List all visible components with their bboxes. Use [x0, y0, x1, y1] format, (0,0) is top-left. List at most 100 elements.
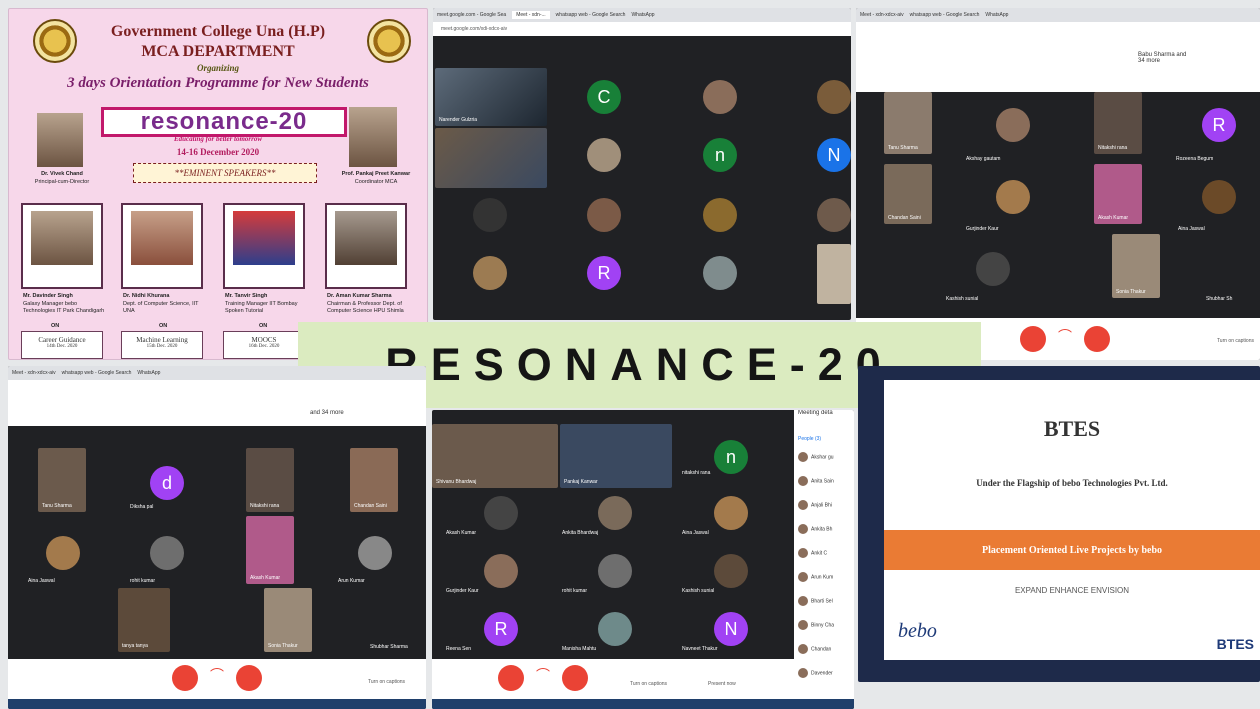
speaker-topic: Career Guidance 14th Dec. 2020 — [21, 331, 103, 359]
on-label: ON — [51, 323, 60, 329]
bebo-logo: bebo — [898, 620, 937, 642]
speaker-role: Training Manager IIT Bombay Spoken Tutor… — [225, 301, 298, 314]
participant-avatar — [587, 198, 621, 232]
participant-avatar: R — [587, 256, 621, 290]
mic-off-button[interactable] — [1020, 326, 1046, 352]
sidebar-participant[interactable]: Arun Kum — [798, 572, 833, 582]
participant-avatar: R — [484, 612, 518, 646]
video-tile: Nitakshi rana — [246, 448, 294, 512]
speaker-card — [121, 203, 203, 289]
participant-avatar — [587, 138, 621, 172]
camera-off-button[interactable] — [1084, 326, 1110, 352]
leave-call-button[interactable]: ⌒ — [530, 665, 556, 691]
participant-avatar — [150, 536, 184, 570]
sidebar-participant[interactable]: Binny Cha — [798, 620, 834, 630]
speaker-name: Mr. Tanvir Singh — [225, 293, 268, 299]
participant-avatar — [598, 612, 632, 646]
participant-avatar — [996, 108, 1030, 142]
participant-avatar — [703, 80, 737, 114]
participant-avatar — [484, 496, 518, 530]
speaker-card — [21, 203, 103, 289]
avatar — [798, 596, 808, 606]
event-title: RESONANCE-20 — [385, 339, 894, 390]
participant-avatar: C — [587, 80, 621, 114]
participant-avatar — [996, 180, 1030, 214]
speaker-role: Dept. of Computer Science, IIT UNA — [123, 301, 199, 314]
captions-button[interactable]: Turn on captions — [1217, 338, 1254, 344]
address-bar[interactable]: meet.google.com/xdi-xdcx-aiv — [433, 22, 851, 36]
principal-role: Principal-cum-Director — [34, 179, 90, 185]
camera-off-button[interactable] — [236, 665, 262, 691]
speaker-name: Dr. Nidhi Khurana — [123, 293, 170, 299]
captions-button[interactable]: Turn on captions — [368, 679, 405, 685]
btes-title: BTES — [1043, 416, 1101, 441]
video-tile: tanya tanya — [118, 588, 170, 652]
college-name: Government College Una (H.P) — [110, 23, 326, 40]
people-sidebar: Meeting deta People (3) Akshar gu Anita S… — [794, 410, 854, 700]
sidebar-participant[interactable]: Chandan — [798, 644, 831, 654]
participant-avatar — [817, 80, 851, 114]
participant-avatar: n — [703, 138, 737, 172]
sidebar-participant[interactable]: Davender — [798, 668, 833, 678]
mic-off-button[interactable] — [498, 665, 524, 691]
avatar — [798, 572, 808, 582]
meeting-details-tab[interactable]: Meeting deta — [798, 410, 833, 416]
meet-header: Babu Sharma and 34 more — [856, 22, 1260, 92]
sidebar-participant[interactable]: Anita Sain — [798, 476, 834, 486]
camera-off-button[interactable] — [562, 665, 588, 691]
participant-name: Binny Cha — [811, 622, 835, 629]
windows-taskbar — [432, 699, 854, 709]
participant-avatar: R — [1202, 108, 1236, 142]
avatar — [798, 668, 808, 678]
video-tile: Akash Kumar — [246, 516, 294, 584]
tab[interactable]: Meet - xdn-... — [512, 11, 550, 19]
sidebar-participant[interactable]: Ankita Bh — [798, 524, 832, 534]
participant-avatar — [358, 536, 392, 570]
collage: Government College Una (H.P) MCA DEPARTM… — [0, 0, 1260, 709]
video-tile: Tanu Sharma — [38, 448, 86, 512]
browser-tabs: Meet - xdn-xdcx-aiv whatsapp web - Google… — [8, 366, 426, 380]
participant-name: Arun Kum — [811, 574, 834, 581]
people-tab[interactable]: People (3) — [798, 436, 821, 442]
tab[interactable]: meet.google.com - Google Sea — [437, 12, 506, 18]
video-tile: Shivanu Bhardwaj — [432, 424, 558, 488]
speaker-card — [325, 203, 407, 289]
btes-logo: BTES — [1216, 636, 1254, 652]
sidebar-participant[interactable]: Bharti Sel — [798, 596, 833, 606]
captions-button[interactable]: Turn on captions — [630, 681, 667, 687]
mic-off-button[interactable] — [172, 665, 198, 691]
video-tile: Sonia Thakur — [264, 588, 312, 652]
sidebar-participant[interactable]: Akshar gu — [798, 452, 834, 462]
speaker-role: Galaxy Manager bebo Technologies IT Park… — [23, 301, 105, 314]
leave-call-button[interactable]: ⌒ — [204, 665, 230, 691]
participant-avatar — [817, 198, 851, 232]
sidebar-participant[interactable]: Ankit C — [798, 548, 827, 558]
meet-controls: ⌒ Turn on captions — [8, 659, 426, 699]
participant-avatar — [598, 496, 632, 530]
organizing-label: Organizing — [196, 63, 240, 73]
avatar — [798, 452, 808, 462]
video-tile: Chandan Saini — [884, 164, 932, 224]
participants-count: Babu Sharma and 34 more — [1138, 52, 1187, 64]
participant-name: Akshar gu — [811, 454, 834, 461]
on-label: ON — [159, 323, 168, 329]
participant-avatar — [473, 256, 507, 290]
participant-name: Bharti Sel — [811, 598, 833, 605]
video-tile: Tanu Sharma — [884, 92, 932, 154]
placement-band: Placement Oriented Live Projects by bebo — [884, 530, 1260, 570]
dept-name: MCA DEPARTMENT — [141, 43, 295, 60]
speaker-role: Chairman & Professor Dept. of Computer S… — [327, 301, 404, 314]
speaker-name: Dr. Aman Kumar Sharma — [327, 293, 392, 299]
sidebar-participant[interactable]: Anjali Bhi — [798, 500, 832, 510]
coordinator-photo — [349, 107, 397, 167]
avatar — [798, 620, 808, 630]
avatar — [798, 476, 808, 486]
participant-name: Anjali Bhi — [811, 502, 832, 509]
meet-screen-2: Meet - xdn-xdcx-aiv whatsapp web - Google… — [856, 8, 1260, 360]
present-now-button[interactable]: Present now — [708, 681, 736, 687]
leave-call-button[interactable]: ⌒ — [1052, 326, 1078, 352]
event-logo: resonance-20 — [101, 107, 347, 137]
tab[interactable]: whatsapp web - Google Search — [556, 12, 626, 18]
tab[interactable]: WhatsApp — [631, 12, 654, 18]
participant-avatar — [598, 554, 632, 588]
